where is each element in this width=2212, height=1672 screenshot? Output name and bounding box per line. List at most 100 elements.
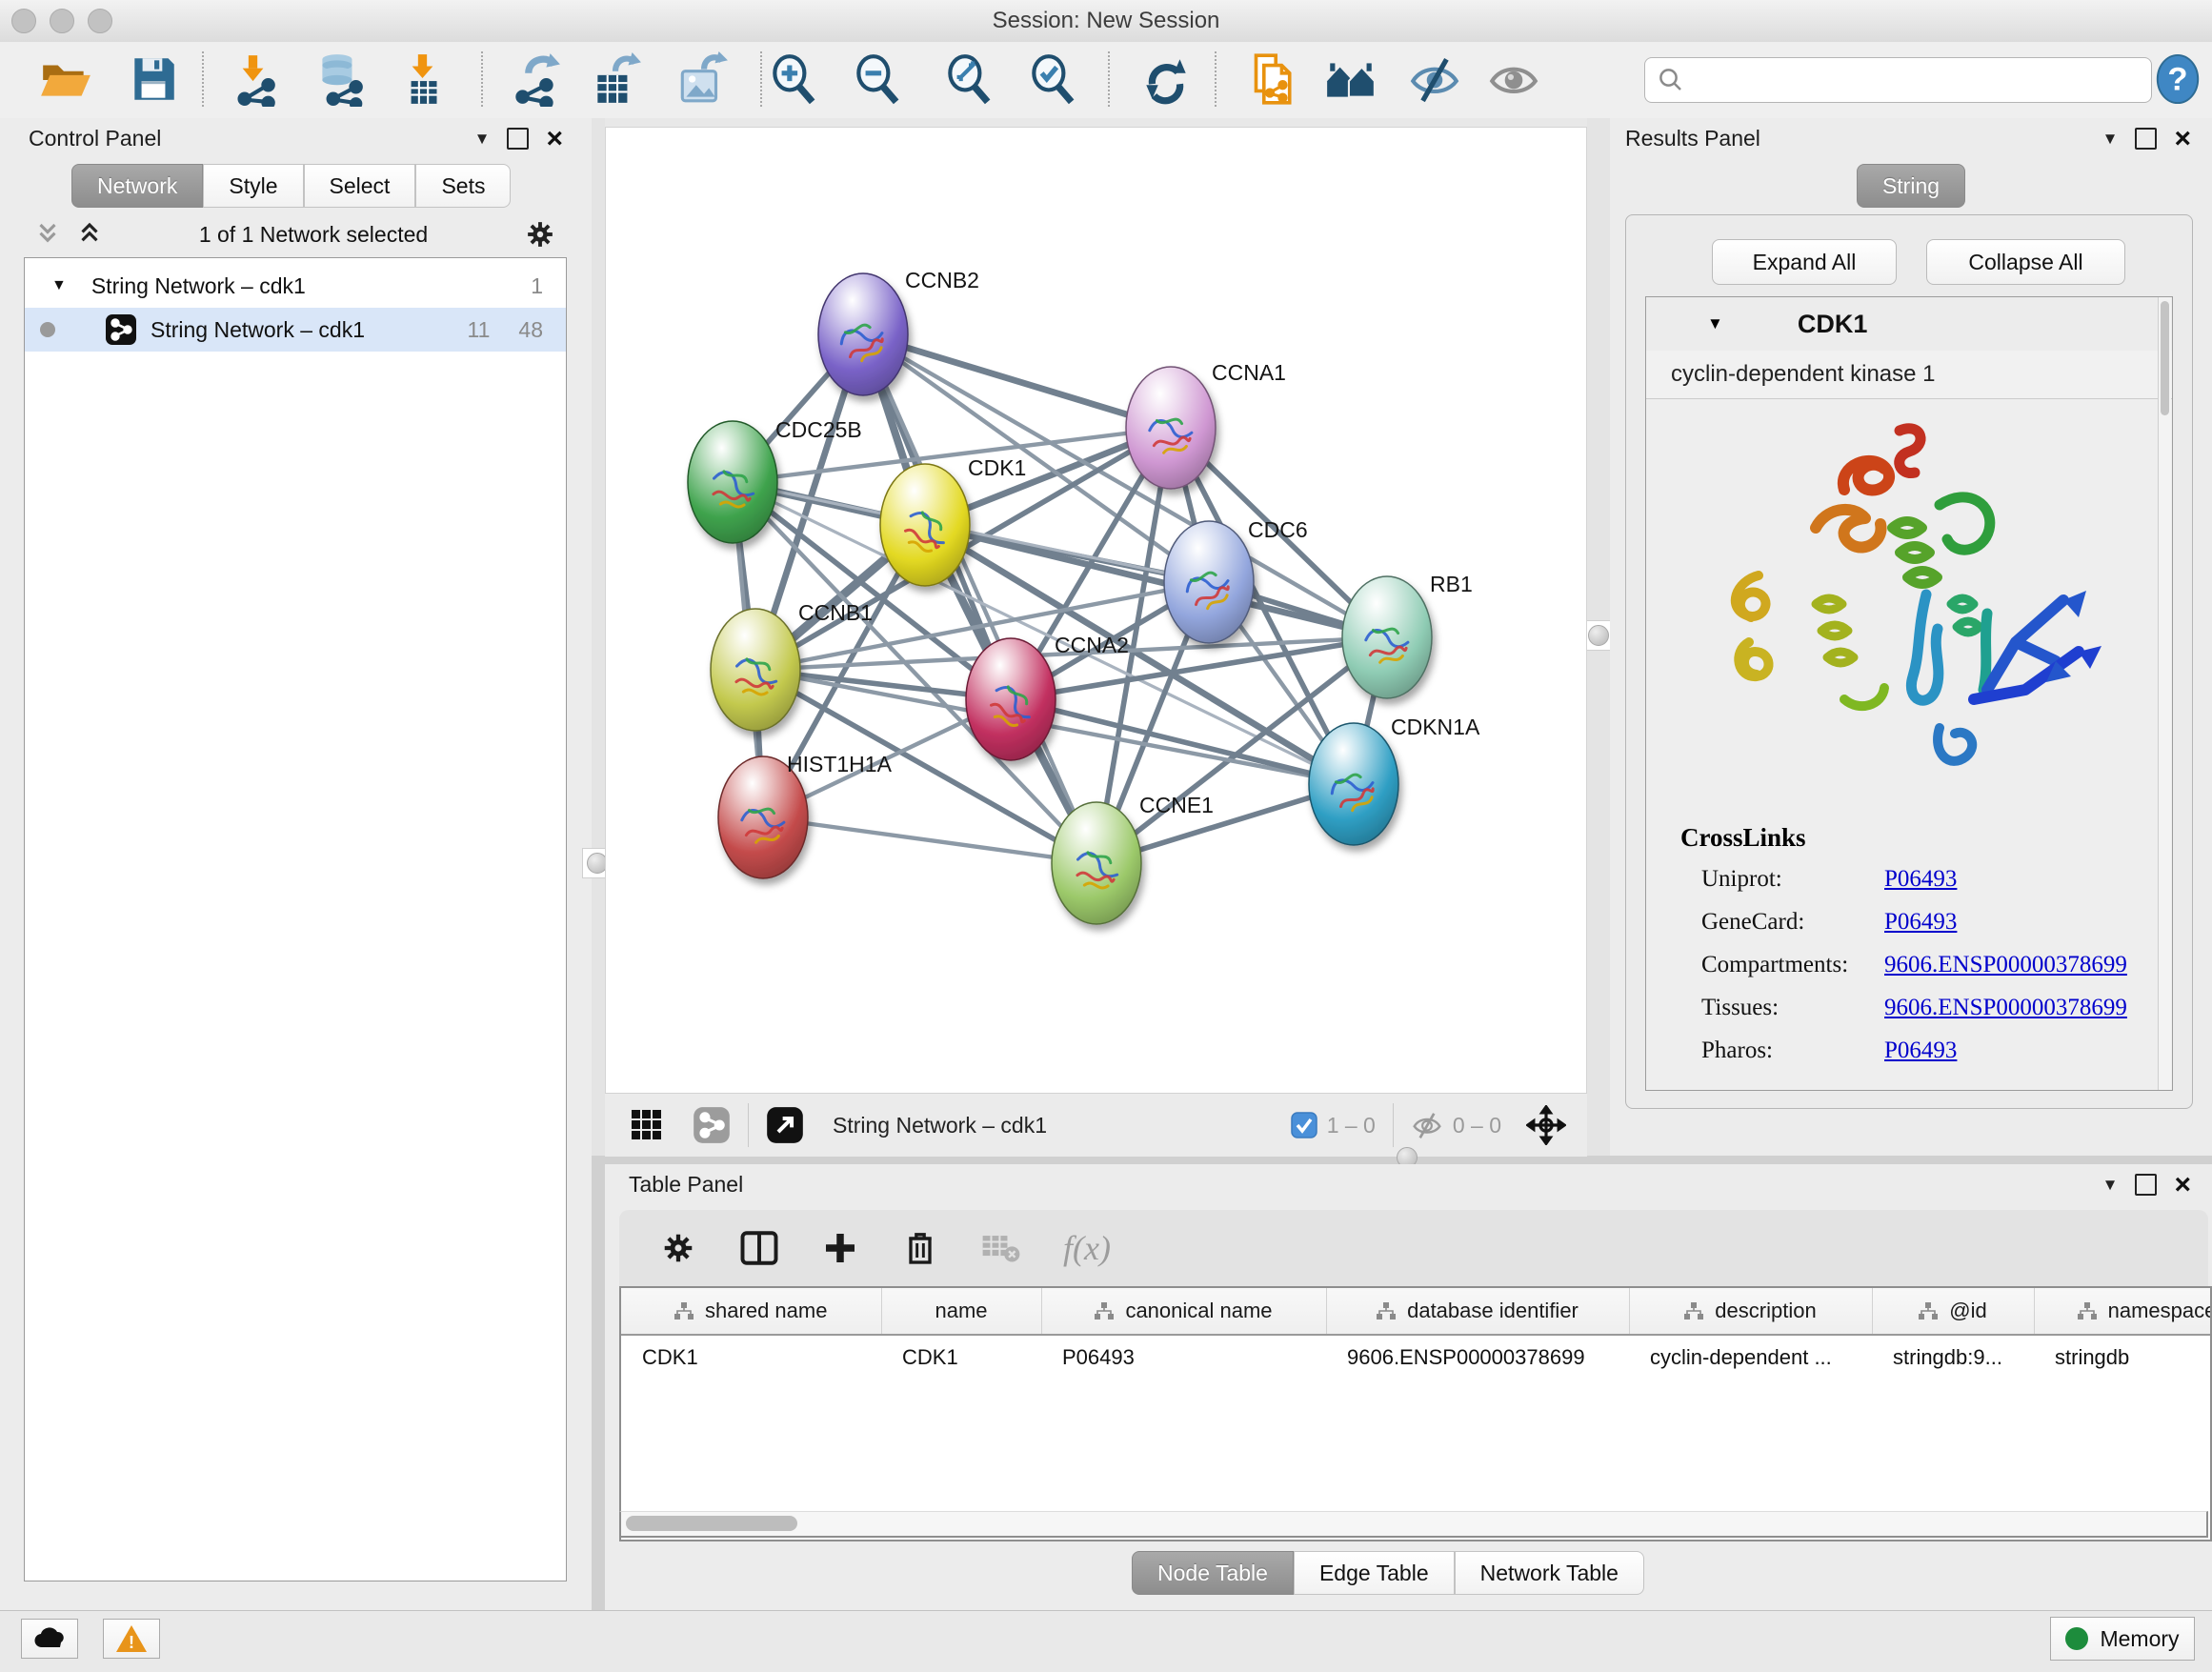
table-hscrollbar-thumb[interactable] — [626, 1516, 797, 1531]
show-all-button[interactable] — [1486, 51, 1541, 107]
network-node-CDK1[interactable]: CDK1 — [880, 455, 1026, 586]
column-header-canonical-name[interactable]: canonical name — [1041, 1288, 1326, 1335]
entry-description-row: cyclin-dependent kinase 1 — [1646, 351, 2172, 399]
import-network-database-button[interactable] — [312, 51, 367, 107]
column-header-description[interactable]: description — [1629, 1288, 1872, 1335]
column-header-namespace[interactable]: namespace — [2034, 1288, 2212, 1335]
tab-node-table[interactable]: Node Table — [1132, 1551, 1294, 1595]
float-panel-icon[interactable] — [2135, 1174, 2157, 1196]
right-splitter[interactable] — [1587, 118, 1610, 1156]
birds-eye-view-icon[interactable] — [630, 1108, 664, 1142]
network-edge[interactable] — [863, 334, 1096, 863]
attribute-table[interactable]: shared namenamecanonical namedatabase id… — [621, 1288, 2212, 1380]
tab-select[interactable]: Select — [304, 164, 416, 208]
first-neighbors-button[interactable] — [1323, 51, 1378, 107]
network-node-CCNE1[interactable]: CCNE1 — [1052, 793, 1214, 924]
results-scrollbar[interactable] — [2158, 297, 2171, 1090]
float-panel-icon[interactable] — [2135, 128, 2157, 150]
network-graph[interactable]: CCNB2CCNA1CDC25BCDK1CDC6RB1CCNB1CCNA2CDK… — [606, 128, 1586, 1094]
network-node-CCNA1[interactable]: CCNA1 — [1126, 360, 1286, 489]
export-table-button[interactable] — [588, 51, 643, 107]
float-panel-icon[interactable] — [507, 128, 529, 150]
selected-checkbox-icon[interactable] — [1291, 1112, 1317, 1138]
network-row[interactable]: String Network – cdk1 11 48 — [25, 308, 566, 352]
help-button[interactable]: ? — [2152, 53, 2207, 109]
collapse-all-button[interactable]: Collapse All — [1926, 239, 2125, 285]
network-edge[interactable] — [863, 334, 1171, 428]
import-table-file-button[interactable] — [395, 51, 451, 107]
zoom-in-button[interactable] — [766, 51, 821, 107]
network-node-RB1[interactable]: RB1 — [1342, 572, 1473, 698]
refresh-button[interactable] — [1138, 51, 1194, 107]
collapse-all-chevron-icon[interactable] — [75, 220, 104, 249]
expand-all-chevron-icon[interactable] — [33, 220, 62, 249]
tab-network[interactable]: Network — [71, 164, 203, 208]
control-panel-tabs: NetworkStyleSelectSets — [71, 164, 511, 208]
tab-edge-table[interactable]: Edge Table — [1294, 1551, 1455, 1595]
crosslink-link[interactable]: P06493 — [1884, 1037, 1957, 1064]
warnings-button[interactable]: ! — [103, 1619, 160, 1659]
network-node-CCNB2[interactable]: CCNB2 — [818, 268, 979, 395]
network-selector-bar: 1 of 1 Network selected — [0, 213, 592, 255]
export-image-button[interactable] — [674, 51, 730, 107]
zoom-out-icon — [850, 51, 905, 107]
column-header-@id[interactable]: @id — [1872, 1288, 2034, 1335]
table-row[interactable]: CDK1CDK1P064939606.ENSP00000378699cyclin… — [621, 1335, 2212, 1380]
network-node-CCNA2[interactable]: CCNA2 — [966, 633, 1129, 760]
expand-all-button[interactable]: Expand All — [1712, 239, 1897, 285]
tab-string[interactable]: String — [1857, 164, 1965, 208]
close-panel-icon[interactable]: × — [2174, 130, 2191, 149]
network-node-CDKN1A[interactable]: CDKN1A — [1309, 715, 1480, 845]
crosslink-link[interactable]: 9606.ENSP00000378699 — [1884, 995, 2127, 1021]
results-scrollbar-thumb[interactable] — [2161, 301, 2169, 415]
gear-icon[interactable] — [523, 217, 557, 252]
close-panel-icon[interactable]: × — [546, 130, 563, 149]
hierarchy-icon — [1919, 1302, 1938, 1320]
close-panel-icon[interactable]: × — [2174, 1176, 2191, 1195]
network-badge-icon — [693, 1106, 731, 1144]
zoom-selected-button[interactable] — [1025, 51, 1080, 107]
memory-button[interactable]: Memory — [2050, 1617, 2195, 1661]
cloud-status-button[interactable] — [21, 1619, 78, 1659]
collapse-panel-icon[interactable]: ▼ — [474, 130, 491, 149]
column-header-name[interactable]: name — [881, 1288, 1041, 1335]
network-node-HIST1H1A[interactable]: HIST1H1A — [718, 752, 893, 878]
tab-network-table[interactable]: Network Table — [1455, 1551, 1644, 1595]
canvas-network-title: String Network – cdk1 — [833, 1113, 1047, 1138]
crosslink-link[interactable]: P06493 — [1884, 909, 1957, 936]
crosslink-label: Tissues: — [1701, 995, 1884, 1021]
hide-selected-button[interactable] — [1407, 51, 1462, 107]
left-splitter[interactable] — [592, 118, 605, 1156]
search-input[interactable] — [1693, 60, 2151, 100]
tab-sets[interactable]: Sets — [415, 164, 511, 208]
column-header-shared-name[interactable]: shared name — [621, 1288, 881, 1335]
crosslink-link[interactable]: 9606.ENSP00000378699 — [1884, 952, 2127, 978]
pan-mode-icon[interactable] — [1526, 1105, 1566, 1145]
create-column-plus-icon[interactable] — [821, 1229, 859, 1267]
tab-style[interactable]: Style — [203, 164, 303, 208]
open-in-window-icon[interactable] — [766, 1106, 804, 1144]
network-collection-row[interactable]: ▼ String Network – cdk1 1 — [25, 264, 566, 308]
open-session-button[interactable] — [38, 51, 93, 107]
crosslink-link[interactable]: P06493 — [1884, 866, 1957, 893]
tree-expander-icon[interactable]: ▼ — [51, 277, 67, 294]
clone-network-button[interactable] — [1242, 51, 1297, 107]
network-canvas[interactable]: CCNB2CCNA1CDC25BCDK1CDC6RB1CCNB1CCNA2CDK… — [605, 127, 1587, 1095]
export-table-icon — [588, 51, 643, 107]
collapse-panel-icon[interactable]: ▼ — [2102, 130, 2119, 149]
column-header-database-identifier[interactable]: database identifier — [1326, 1288, 1629, 1335]
save-session-button[interactable] — [126, 51, 181, 107]
table-hscrollbar[interactable] — [619, 1511, 2208, 1538]
zoom-out-button[interactable] — [850, 51, 905, 107]
collapse-panel-icon[interactable]: ▼ — [2102, 1176, 2119, 1195]
zoom-fit-button[interactable] — [941, 51, 996, 107]
node-details-header[interactable]: ▼ CDK1 — [1646, 297, 2172, 352]
delete-column-trash-icon[interactable] — [901, 1229, 939, 1267]
table-settings-gear-icon[interactable] — [659, 1229, 697, 1267]
export-network-button[interactable] — [507, 51, 562, 107]
import-network-file-button[interactable] — [225, 51, 280, 107]
collapse-entry-icon[interactable]: ▼ — [1707, 314, 1723, 333]
show-columns-icon[interactable] — [739, 1228, 779, 1268]
search-box[interactable] — [1644, 57, 2152, 103]
network-edge[interactable] — [763, 817, 1096, 863]
